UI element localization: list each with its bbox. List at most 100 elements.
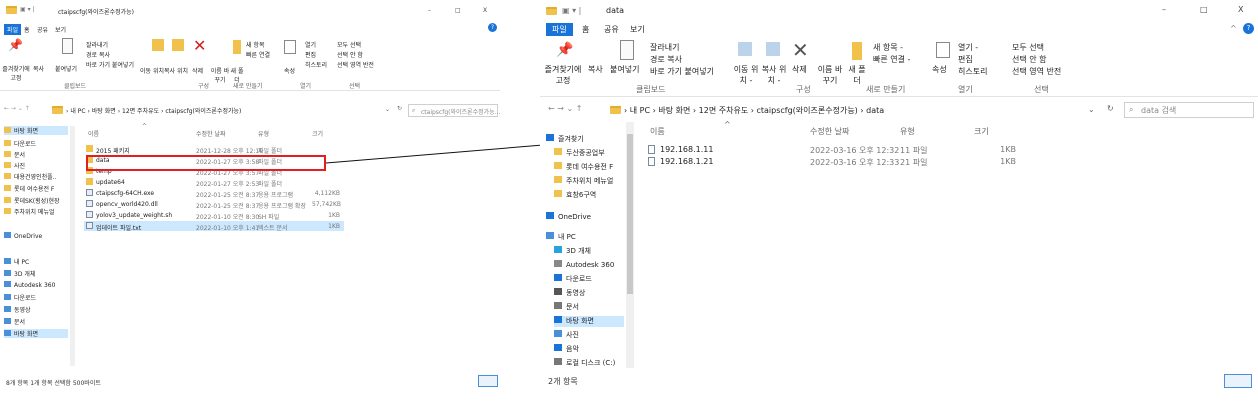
copy-button[interactable]: 복사 xyxy=(588,64,603,75)
invert-selection-button[interactable]: 선택 영역 반전 xyxy=(337,60,374,69)
search-box[interactable]: ⌕ ctaipscfg(와이즈론수정가능... xyxy=(408,104,500,117)
crumb-ctaipscfg[interactable]: ctaipscfg(와이즈론수정가능) xyxy=(756,106,857,115)
delete-button[interactable]: 삭제 xyxy=(192,66,203,75)
tab-home[interactable]: 홈 xyxy=(582,24,589,35)
column-type[interactable]: 유형 xyxy=(258,129,269,138)
view-toggle-icons[interactable] xyxy=(478,375,498,387)
select-all-button[interactable]: 모두 선택 xyxy=(337,40,361,49)
delete-button[interactable]: 삭제 xyxy=(792,64,807,75)
column-name[interactable]: 이름 xyxy=(650,126,665,137)
column-date[interactable]: 수정한 날짜 xyxy=(810,126,849,137)
search-box[interactable]: ⌕ data 검색 xyxy=(1124,102,1254,118)
open-button[interactable]: 열기 - xyxy=(958,42,978,53)
rename-button[interactable]: 이름 바꾸기 xyxy=(816,64,844,86)
tab-share[interactable]: 공유 xyxy=(37,25,48,34)
minimize-button[interactable]: – xyxy=(428,7,431,14)
edit-button[interactable]: 편집 xyxy=(958,54,973,65)
history-button[interactable]: 히스토리 xyxy=(958,66,987,77)
qat-icons[interactable]: ▣ ▾ | xyxy=(20,6,35,13)
nav-scrollbar[interactable] xyxy=(70,126,75,366)
annotation-highlight-box xyxy=(86,155,326,171)
close-button[interactable]: X xyxy=(483,7,487,14)
nav-scrollbar[interactable] xyxy=(626,122,634,368)
minimize-button[interactable]: – xyxy=(1162,5,1166,14)
properties-icon xyxy=(936,42,950,58)
dropdown-icon[interactable]: ⌄ xyxy=(1088,105,1095,114)
left-title-bar: ▣ ▾ | ctaipscfg(와이즈론수정가능) – □ X xyxy=(0,0,500,20)
column-type[interactable]: 유형 xyxy=(900,126,915,137)
file-row[interactable]: opencv_world420.dll 2022-01-25 오전 8:37 응용 … xyxy=(84,199,344,210)
refresh-icon[interactable]: ↻ xyxy=(1107,104,1114,113)
easy-access-button[interactable]: 빠른 연결 - xyxy=(873,54,910,65)
refresh-icon[interactable]: ↻ xyxy=(397,105,402,112)
help-icon[interactable]: ? xyxy=(1243,23,1254,34)
crumb-desktop[interactable]: 바탕 화면 xyxy=(658,106,690,115)
dropdown-icon[interactable]: ⌄ xyxy=(385,106,390,113)
maximize-button[interactable]: □ xyxy=(1200,5,1208,14)
column-size[interactable]: 크기 xyxy=(312,129,323,138)
invert-selection-button[interactable]: 선택 영역 반전 xyxy=(1012,66,1061,77)
paste-shortcut-button[interactable]: 바로 가기 붙여넣기 xyxy=(86,60,134,69)
ribbon-collapse-icon[interactable]: ^ xyxy=(1230,24,1237,33)
pin-button[interactable]: 즐겨찾기에 고정 xyxy=(0,64,32,82)
column-size[interactable]: 크기 xyxy=(974,126,989,137)
tab-home[interactable]: 홈 xyxy=(24,25,30,34)
file-row[interactable]: yolov3_update_weight.sh 2022-01-10 오전 8:3… xyxy=(84,210,344,221)
tab-file[interactable]: 파일 xyxy=(4,24,22,35)
nav-arrows[interactable]: ← → ⌄ ↑ xyxy=(548,104,582,113)
paste-button[interactable]: 붙여넣기 xyxy=(610,64,639,75)
new-folder-button[interactable]: 새 폴더 xyxy=(848,64,866,86)
breadcrumb[interactable]: › 내 PC › 바탕 화면 › 12면 주차유도 › ctaipscfg(와이… xyxy=(66,106,241,115)
history-button[interactable]: 히스토리 xyxy=(305,60,327,69)
move-to-button[interactable]: 이동 위치 - xyxy=(732,64,760,86)
cut-button[interactable]: 잘라내기 xyxy=(650,42,679,53)
file-row[interactable]: 업데이트 파일.txt 2022-01-10 오후 1:41 텍스트 문서 1KB xyxy=(84,221,344,232)
file-row[interactable]: 192.168.1.21 2022-03-16 오후 12:33 21 파일 1KB xyxy=(644,156,1024,167)
crumb-parking[interactable]: 12면 주차유도 xyxy=(699,106,749,115)
crumb-pc[interactable]: 내 PC xyxy=(630,106,650,115)
rename-button[interactable]: 이름 바꾸기 xyxy=(210,66,230,84)
copy-to-button[interactable]: 복사 위치 xyxy=(164,66,188,75)
column-name[interactable]: 이름 xyxy=(88,129,99,138)
crumb-ctaipscfg[interactable]: ctaipscfg(와이즈론수정가능) xyxy=(165,108,241,115)
tab-view[interactable]: 보기 xyxy=(630,24,645,35)
qat-icons[interactable]: ▣ ▾ | xyxy=(562,6,581,15)
cut-button[interactable]: 잘라내기 xyxy=(86,40,108,49)
breadcrumb[interactable]: › 내 PC › 바탕 화면 › 12면 주차유도 › ctaipscfg(와이… xyxy=(624,105,884,116)
crumb-data[interactable]: data xyxy=(866,106,884,115)
move-to-button[interactable]: 이동 위치 xyxy=(140,66,164,75)
file-row[interactable]: update64 2022-01-27 오후 2:53 파일 폴더 xyxy=(84,177,344,188)
open-button[interactable]: 열기 xyxy=(305,40,316,49)
easy-access-button[interactable]: 빠른 연결 xyxy=(246,50,270,59)
paste-button[interactable]: 붙여넣기 xyxy=(55,64,77,73)
help-icon[interactable]: ? xyxy=(488,23,497,32)
crumb-pc[interactable]: 내 PC xyxy=(70,108,85,115)
properties-button[interactable]: 속성 xyxy=(284,66,295,75)
copy-button[interactable]: 복사 xyxy=(33,64,44,73)
paste-shortcut-button[interactable]: 바로 가기 붙여넣기 xyxy=(650,66,714,77)
copy-path-button[interactable]: 경로 복사 xyxy=(650,54,682,65)
tab-file[interactable]: 파일 xyxy=(546,23,573,36)
maximize-button[interactable]: □ xyxy=(455,7,461,14)
new-item-button[interactable]: 새 항목 xyxy=(246,40,264,49)
view-toggle-icons[interactable] xyxy=(1224,374,1252,388)
select-all-button[interactable]: 모두 선택 xyxy=(1012,42,1044,53)
file-row[interactable]: 192.168.1.11 2022-03-16 오후 12:32 11 파일 1KB xyxy=(644,144,1024,155)
tab-share[interactable]: 공유 xyxy=(604,24,619,35)
edit-button[interactable]: 편집 xyxy=(305,50,316,59)
close-button[interactable]: X xyxy=(1238,5,1243,14)
copy-path-button[interactable]: 경로 복사 xyxy=(86,50,110,59)
new-item-button[interactable]: 새 항목 - xyxy=(873,42,903,53)
column-date[interactable]: 수정한 날짜 xyxy=(196,129,226,138)
pin-button[interactable]: 즐겨찾기에 고정 xyxy=(540,64,586,86)
copy-to-button[interactable]: 복사 위치 - xyxy=(760,64,788,86)
nav-arrows[interactable]: ← → ⌄ ↑ xyxy=(4,105,30,112)
crumb-parking[interactable]: 12면 주차유도 xyxy=(122,108,159,115)
properties-button[interactable]: 속성 xyxy=(932,64,947,75)
file-row[interactable]: ctaipscfg-64CH.exe 2022-01-25 오전 8:37 응용 프… xyxy=(84,188,344,199)
select-none-button[interactable]: 선택 안 함 xyxy=(337,50,363,59)
select-none-button[interactable]: 선택 안 함 xyxy=(1012,54,1047,65)
file-row[interactable]: 2015 패키지 2021-12-28 오후 12:19 파일 폴더 xyxy=(84,144,344,155)
tab-view[interactable]: 보기 xyxy=(55,25,66,34)
crumb-desktop[interactable]: 바탕 화면 xyxy=(92,108,116,115)
